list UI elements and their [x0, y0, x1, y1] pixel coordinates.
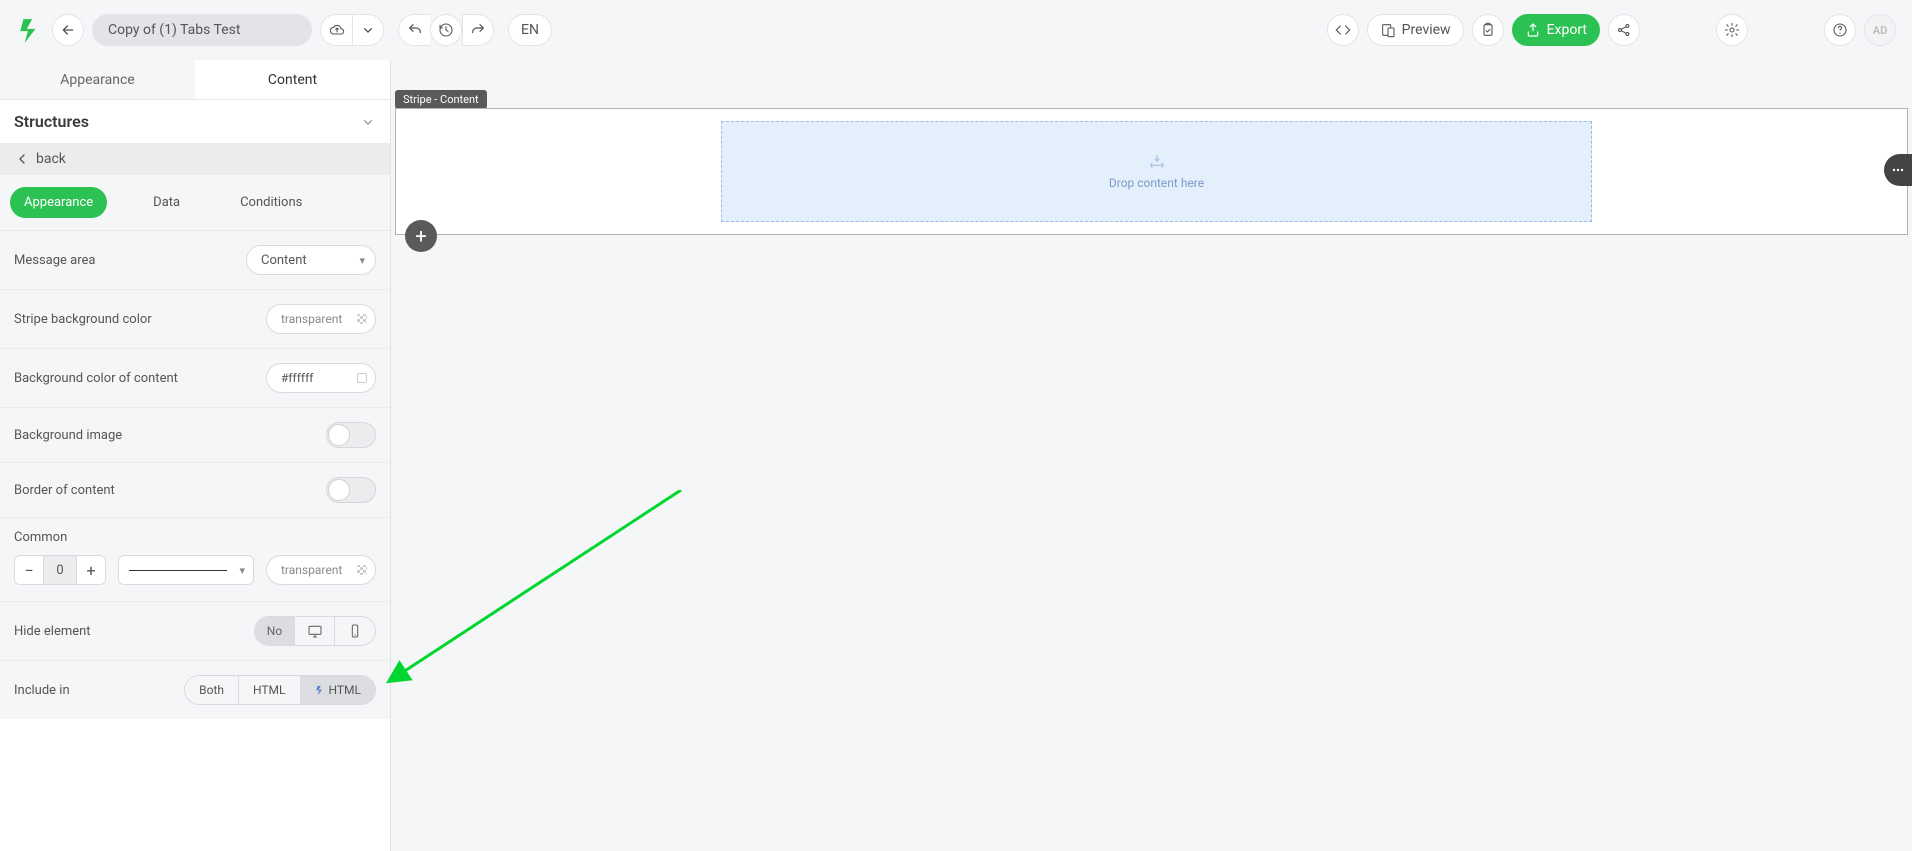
back-button[interactable]	[52, 14, 84, 46]
stripe-element-label: Stripe - Content	[395, 90, 487, 109]
stepper-value: 0	[43, 556, 77, 584]
prop-stripe-bg: Stripe background color transparent	[0, 290, 390, 349]
workspace: Appearance Content Structures back Appea…	[0, 60, 1912, 851]
ellipsis-icon	[1890, 162, 1906, 178]
content-bg-label: Background color of content	[14, 371, 178, 386]
preview-button[interactable]: Preview	[1367, 14, 1464, 46]
mobile-icon	[347, 623, 363, 639]
message-area-label: Message area	[14, 253, 95, 268]
hide-element-label: Hide element	[14, 624, 91, 639]
annotation-arrow	[381, 490, 691, 690]
tab-content[interactable]: Content	[195, 60, 390, 99]
stripe-bg-label: Stripe background color	[14, 312, 152, 327]
border-content-label: Border of content	[14, 483, 115, 498]
top-toolbar: Copy of (1) Tabs Test EN Preview Export	[0, 0, 1912, 60]
desktop-icon	[307, 623, 323, 639]
subtab-appearance[interactable]: Appearance	[10, 187, 107, 218]
prop-common: Common − 0 + transparent	[0, 518, 390, 602]
bg-image-toggle[interactable]	[326, 422, 376, 448]
prop-border-content: Border of content	[0, 463, 390, 518]
include-opt-html[interactable]: HTML	[239, 676, 301, 704]
help-button[interactable]	[1824, 14, 1856, 46]
canvas-area: Stripe - Content HTML Drop content here …	[391, 60, 1912, 851]
prop-bg-image: Background image	[0, 408, 390, 463]
chevron-left-icon	[14, 151, 30, 167]
history-group	[398, 14, 494, 46]
sidebar-top-tabs: Appearance Content	[0, 60, 390, 100]
cloud-dropdown-button[interactable]	[352, 14, 384, 46]
cloud-group	[320, 14, 384, 46]
export-button[interactable]: Export	[1512, 14, 1600, 46]
stripe-container[interactable]: Drop content here	[395, 108, 1908, 235]
structures-header[interactable]: Structures	[0, 100, 390, 143]
language-button[interactable]: EN	[508, 14, 552, 46]
prop-content-bg: Background color of content #ffffff	[0, 349, 390, 408]
hide-opt-no[interactable]: No	[255, 617, 295, 645]
floating-more-button[interactable]	[1884, 154, 1912, 186]
sidebar: Appearance Content Structures back Appea…	[0, 60, 391, 851]
subtab-data[interactable]: Data	[139, 187, 194, 218]
undo-button[interactable]	[398, 14, 430, 46]
common-label: Common	[14, 530, 376, 545]
amp-icon	[315, 684, 325, 696]
include-opt-amp-html[interactable]: HTML	[301, 676, 376, 704]
hide-opt-desktop[interactable]	[295, 617, 335, 645]
include-in-group: Both HTML HTML	[184, 675, 376, 705]
border-content-toggle[interactable]	[326, 477, 376, 503]
common-color[interactable]: transparent	[266, 555, 376, 585]
stripe-bg-color[interactable]: transparent	[266, 304, 376, 334]
clipboard-button[interactable]	[1472, 14, 1504, 46]
structures-title: Structures	[14, 112, 89, 131]
redo-button[interactable]	[462, 14, 494, 46]
subtab-conditions[interactable]: Conditions	[226, 187, 316, 218]
code-view-button[interactable]	[1327, 14, 1359, 46]
include-in-label: Include in	[14, 683, 70, 698]
tab-appearance[interactable]: Appearance	[0, 60, 195, 99]
history-button[interactable]	[430, 14, 462, 46]
message-area-select[interactable]: Content	[246, 245, 376, 275]
bg-image-label: Background image	[14, 428, 122, 443]
border-style-select[interactable]	[118, 555, 254, 585]
drop-hint-text: Drop content here	[1109, 176, 1204, 190]
cloud-upload-button[interactable]	[320, 14, 352, 46]
common-stepper[interactable]: − 0 +	[14, 555, 106, 585]
prop-hide-element: Hide element No	[0, 602, 390, 661]
app-logo	[16, 16, 44, 44]
stepper-plus[interactable]: +	[77, 556, 105, 584]
include-opt-both[interactable]: Both	[185, 676, 239, 704]
user-avatar[interactable]: AD	[1864, 14, 1896, 46]
hide-opt-mobile[interactable]	[335, 617, 375, 645]
back-label: back	[36, 151, 66, 167]
property-sub-tabs: Appearance Data Conditions	[0, 175, 390, 231]
prop-include-in: Include in Both HTML HTML	[0, 661, 390, 719]
hide-element-group: No	[254, 616, 376, 646]
share-button[interactable]	[1608, 14, 1640, 46]
back-row[interactable]: back	[0, 143, 390, 175]
chevron-down-icon	[360, 114, 376, 130]
stepper-minus[interactable]: −	[15, 556, 43, 584]
drop-icon	[1148, 154, 1166, 168]
content-bg-color[interactable]: #ffffff	[266, 363, 376, 393]
drop-zone[interactable]: Drop content here	[721, 121, 1592, 222]
add-stripe-button[interactable]: +	[405, 220, 437, 252]
document-title[interactable]: Copy of (1) Tabs Test	[92, 14, 312, 46]
prop-message-area: Message area Content	[0, 231, 390, 290]
settings-button[interactable]	[1716, 14, 1748, 46]
